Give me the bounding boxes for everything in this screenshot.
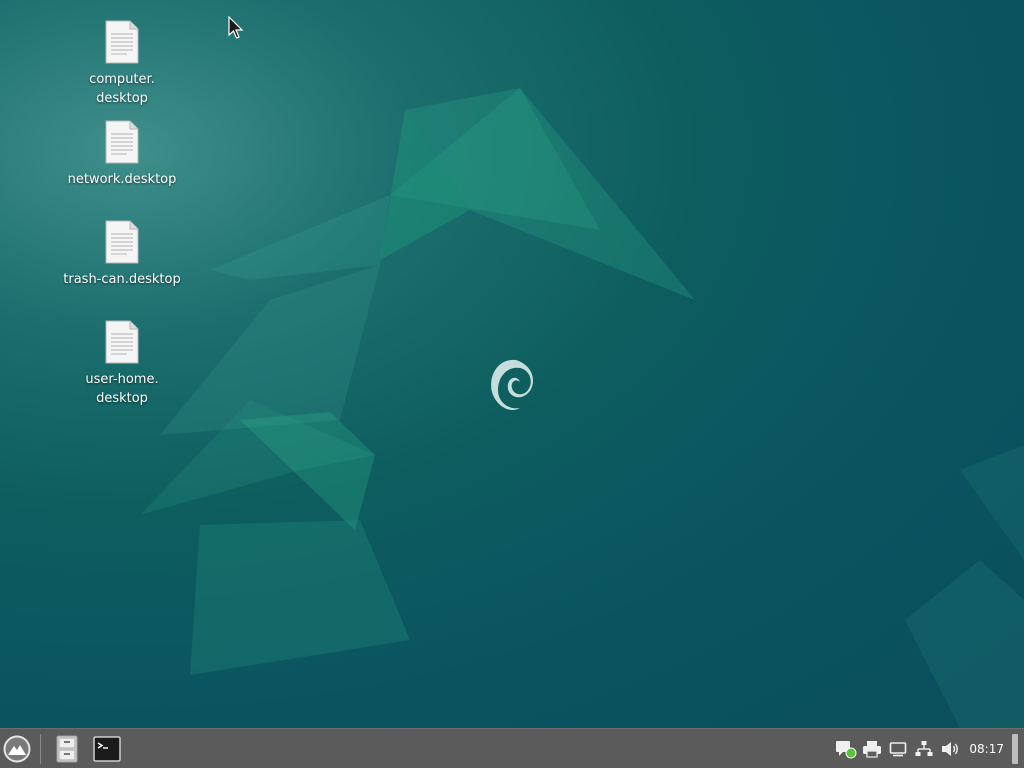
desktop-icon-label: trash-can.desktop (63, 272, 181, 287)
text-file-icon (105, 320, 139, 364)
debian-swirl-logo (491, 359, 533, 411)
speaker-icon (942, 741, 959, 756)
printer-icon (863, 740, 882, 758)
taskbar: 08:17 (0, 728, 1024, 768)
desktop-icon-network[interactable]: network.desktop (62, 120, 182, 189)
show-desktop-button[interactable] (1012, 733, 1018, 764)
desktop[interactable]: computer. desktop network.desktop trash-… (0, 0, 1024, 728)
network-tray-button[interactable] (913, 738, 935, 760)
mountain-logo-icon (3, 735, 31, 762)
taskbar-separator (40, 733, 41, 764)
mouse-pointer-icon (228, 16, 244, 39)
monitor-icon (890, 741, 907, 756)
chat-notification-icon (836, 740, 857, 758)
file-cabinet-icon (56, 735, 78, 762)
clock[interactable]: 08:17 (969, 742, 1004, 756)
desktop-icon-label: user-home. desktop (85, 372, 159, 406)
system-tray: 08:17 (833, 730, 1024, 768)
text-file-icon (105, 120, 139, 164)
display-tray-button[interactable] (887, 738, 909, 760)
terminal-icon (93, 735, 121, 762)
text-file-icon (105, 220, 139, 264)
desktop-icon-label: network.desktop (67, 172, 177, 187)
text-file-icon (105, 20, 139, 64)
network-icon (915, 740, 933, 756)
file-manager-launcher[interactable] (47, 730, 87, 768)
desktop-icon-label: computer. desktop (89, 72, 155, 106)
desktop-icon-user-home[interactable]: user-home. desktop (62, 320, 182, 408)
desktop-icon-trash-can[interactable]: trash-can.desktop (62, 220, 182, 289)
printer-tray-button[interactable] (861, 738, 883, 760)
app-menu-button[interactable] (0, 730, 34, 768)
volume-tray-button[interactable] (939, 738, 961, 760)
notifications-tray-button[interactable] (835, 738, 857, 760)
desktop-icon-computer[interactable]: computer. desktop (62, 20, 182, 108)
terminal-launcher[interactable] (87, 730, 127, 768)
